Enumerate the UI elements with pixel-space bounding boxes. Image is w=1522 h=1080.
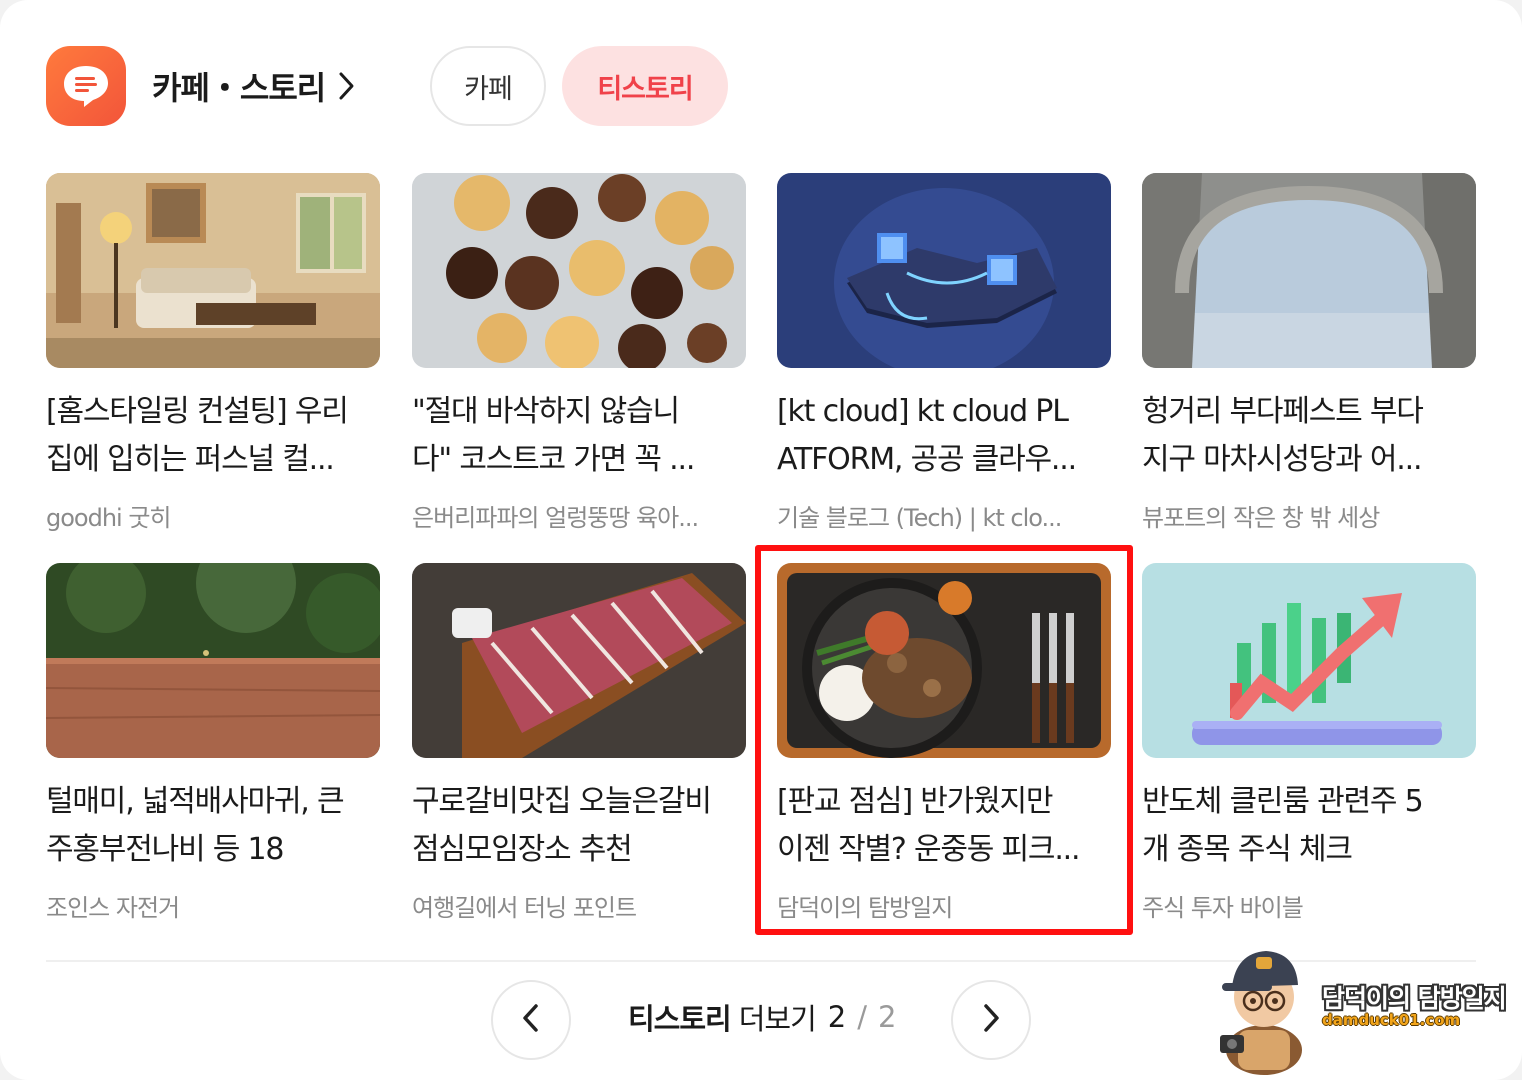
tab-cafe[interactable]: 카페: [430, 46, 546, 126]
pager-current: 2: [827, 1000, 846, 1034]
post-title[interactable]: 반도체 클린룸 관련주 5 개 종목 주식 체크: [1142, 778, 1476, 874]
watermark: 담덕이의 탐방일지 damduck01.com: [1216, 935, 1516, 1075]
chevron-right-icon: [981, 1002, 1001, 1038]
post-title[interactable]: [홈스타일링 컨설팅] 우리 집에 입히는 퍼스널 컬...: [46, 388, 380, 484]
post-card[interactable]: 구로갈비맛집 오늘은갈비 점심모임장소 추천 여행길에서 터닝 포인트: [412, 563, 746, 923]
pager-service: 티스토리: [628, 1002, 732, 1036]
post-source[interactable]: 기술 블로그 (Tech) | kt clo...: [777, 498, 1111, 533]
prev-page-button[interactable]: [491, 980, 571, 1060]
post-source[interactable]: 뷰포트의 작은 창 밖 세상: [1142, 498, 1476, 533]
chevron-left-icon: [521, 1002, 541, 1038]
next-page-button[interactable]: [951, 980, 1031, 1060]
post-card[interactable]: [홈스타일링 컨설팅] 우리 집에 입히는 퍼스널 컬... goodhi 굿히: [46, 173, 380, 533]
living-room-photo: [46, 173, 380, 368]
post-card[interactable]: "절대 바삭하지 않습니 다" 코스트코 가면 꼭 ... 은버리파파의 얼렁뚱…: [412, 173, 746, 533]
chevron-right-icon: [337, 66, 365, 106]
post-title[interactable]: [kt cloud] kt cloud PL ATFORM, 공공 클라우...: [777, 388, 1111, 484]
wooden-rail-photo: [46, 563, 380, 758]
highlight-box: [755, 545, 1133, 935]
pager-separator: /: [857, 1000, 867, 1034]
post-source[interactable]: 주식 투자 바이블: [1142, 888, 1476, 923]
galbi-ribs-photo: [412, 563, 746, 758]
pager-total: 2: [878, 1000, 896, 1034]
watermark-url: damduck01.com: [1322, 1011, 1461, 1029]
post-source[interactable]: 은버리파파의 얼렁뚱땅 육아...: [412, 498, 746, 533]
pager-more: 더보기: [738, 1002, 817, 1036]
post-title[interactable]: 헝거리 부다페스트 부다 지구 마차시성당과 어...: [1142, 388, 1476, 484]
post-card[interactable]: 헝거리 부다페스트 부다 지구 마차시성당과 어... 뷰포트의 작은 창 밖 …: [1142, 173, 1476, 533]
tab-tistory[interactable]: 티스토리: [562, 46, 728, 126]
section-title: 카페・스토리: [152, 69, 326, 107]
post-source[interactable]: 여행길에서 터닝 포인트: [412, 888, 746, 923]
post-source[interactable]: goodhi 굿히: [46, 498, 380, 533]
post-card[interactable]: 털매미, 넓적배사마귀, 큰 주홍부전나비 등 18 조인스 자전거: [46, 563, 380, 923]
post-source[interactable]: 조인스 자전거: [46, 888, 380, 923]
mascot-icon: [1220, 951, 1302, 1075]
post-title[interactable]: 털매미, 넓적배사마귀, 큰 주홍부전나비 등 18: [46, 778, 380, 874]
chat-bubble-icon: [46, 46, 126, 126]
post-title[interactable]: "절대 바삭하지 않습니 다" 코스트코 가면 꼭 ...: [412, 388, 746, 484]
post-title[interactable]: 구로갈비맛집 오늘은갈비 점심모임장소 추천: [412, 778, 746, 874]
waffle-cookies-photo: [412, 173, 746, 368]
cloud-platform-illustration: [777, 173, 1111, 368]
cafe-story-card: 카페・스토리 카페 티스토리 [홈스타일링 컨설팅] 우리 집에 입히는 퍼스널…: [0, 0, 1522, 1080]
section-header[interactable]: 카페・스토리: [46, 46, 365, 126]
watermark-name: 담덕이의 탐방일지: [1322, 984, 1507, 1013]
stock-chart-illustration: [1142, 563, 1476, 758]
post-card[interactable]: 반도체 클린룸 관련주 5 개 종목 주식 체크 주식 투자 바이블: [1142, 563, 1476, 923]
pager-label[interactable]: 티스토리 더보기 2 / 2: [628, 996, 896, 1038]
post-card[interactable]: [kt cloud] kt cloud PL ATFORM, 공공 클라우...…: [777, 173, 1111, 533]
stone-arch-photo: [1142, 173, 1476, 368]
